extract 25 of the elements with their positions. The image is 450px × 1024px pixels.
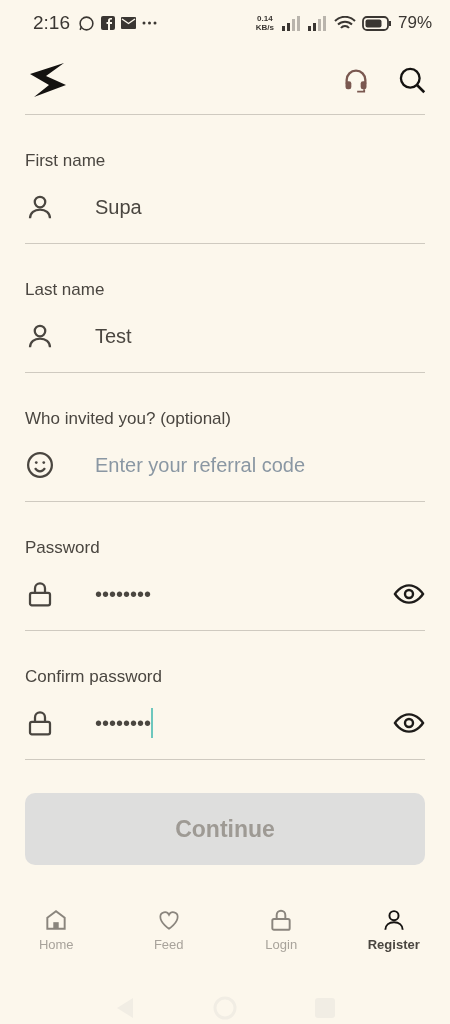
field-label: First name (25, 151, 106, 171)
input-field[interactable]: •••••••• (93, 574, 355, 614)
signal-icon (281, 15, 302, 31)
logo (30, 63, 66, 97)
search-icon[interactable] (398, 66, 426, 94)
battery-icon (361, 15, 392, 31)
chat-icon (78, 14, 95, 32)
wifi-icon (333, 15, 356, 31)
network-speed: 0.14 (257, 14, 273, 23)
clock: 2:16 (33, 12, 70, 34)
input-field[interactable]: Supa (93, 187, 425, 227)
mail-icon (121, 17, 136, 29)
field-label: Password (25, 538, 100, 558)
battery-percent: 79% (397, 13, 432, 33)
smiley-icon (25, 450, 55, 480)
more-icon (142, 21, 157, 25)
signal-icon (307, 15, 328, 31)
facebook-icon (101, 16, 115, 30)
speed-unit: KB/s (255, 23, 274, 32)
field-label: Who invited you? (optional) (25, 409, 231, 429)
field-label: Confirm password (25, 667, 162, 687)
field-label: Last name (25, 280, 105, 300)
nav-tab[interactable]: Register (337, 907, 450, 952)
input-field[interactable]: •••••••• (93, 703, 355, 743)
input-field[interactable]: Test (93, 316, 425, 356)
